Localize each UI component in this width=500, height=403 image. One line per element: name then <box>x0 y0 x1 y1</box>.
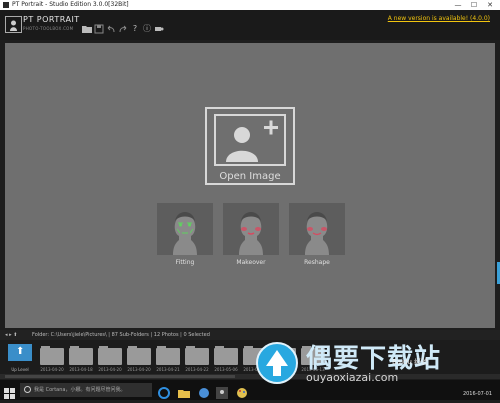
window-titlebar: PT Portrait - Studio Edition 3.0.0[32Bit… <box>0 0 500 10</box>
folder-item[interactable]: 2013-04-21 <box>156 343 180 375</box>
folder-label: 2013-04-18 <box>69 367 93 372</box>
folder-icon <box>40 348 64 365</box>
folder-label: 2013-04-20 <box>127 367 151 372</box>
watermark-en-text: ouyaoxiazai.com <box>306 371 399 384</box>
folder-path-value[interactable]: C:\Users\jiele\Pictures\ <box>51 332 107 338</box>
maximize-button[interactable]: ☐ <box>466 0 482 10</box>
folder-icon <box>69 348 93 365</box>
settings-icon[interactable] <box>154 24 164 34</box>
app-icon <box>3 2 9 8</box>
cortana-search-box[interactable]: 我是 Cortana，小娜。有问题尽管问我。 <box>20 383 152 397</box>
pt-portrait-taskbar-icon[interactable] <box>216 384 228 399</box>
image-canvas[interactable] <box>5 43 495 328</box>
folder-item[interactable]: 2013-04-22 <box>185 343 209 375</box>
folder-icon <box>214 348 238 365</box>
logo-subtitle: PHOTO-TOOLBOX.COM <box>23 26 74 31</box>
windows-start-icon[interactable] <box>4 384 15 399</box>
save-icon[interactable] <box>94 24 104 34</box>
folder-icon <box>98 348 122 365</box>
folder-label: 2013-04-20 <box>40 367 64 372</box>
open-image-button[interactable]: Open Image <box>205 107 295 185</box>
mode-fitting-label: Fitting <box>175 259 195 266</box>
site-watermark: 偶要下载站 ouyaoxiazai.com <box>256 340 496 390</box>
minimize-button[interactable]: — <box>450 0 466 10</box>
cortana-icon <box>24 386 31 393</box>
folder-path: Folder: C:\Users\jiele\Pictures\ | 87 Su… <box>32 330 210 340</box>
up-level-button[interactable]: ⬆ Up Level <box>4 340 36 374</box>
folder-item[interactable]: 2013-04-20 <box>127 343 151 375</box>
window-title: PT Portrait - Studio Edition 3.0.0[32Bit… <box>12 1 129 8</box>
up-level-icon: ⬆ <box>8 344 32 361</box>
info-icon[interactable]: ⓘ <box>142 24 152 34</box>
folder-item[interactable]: 2013-05-06 <box>214 343 238 375</box>
update-available-link[interactable]: A new version is available! (4.0.0) <box>388 15 490 22</box>
mode-makeover-label: Makeover <box>236 259 266 266</box>
mode-makeover-button[interactable] <box>223 203 279 255</box>
paint-icon[interactable] <box>236 384 248 398</box>
logo-title: PT PORTRAIT <box>23 15 80 24</box>
folder-open-icon[interactable] <box>82 24 92 34</box>
add-photo-icon <box>214 114 286 166</box>
folder-icon <box>156 348 180 365</box>
folder-label: 2013-04-20 <box>98 367 122 372</box>
baidu-jingyan-text: Baidu 经验 <box>392 357 428 367</box>
undo-icon[interactable] <box>106 24 116 34</box>
folder-icon <box>127 348 151 365</box>
file-explorer-icon[interactable] <box>178 384 190 398</box>
folder-label: 2013-04-21 <box>156 367 180 372</box>
open-image-label: Open Image <box>219 171 281 182</box>
browser-icon[interactable] <box>198 384 210 398</box>
up-level-label: Up Level <box>11 367 29 372</box>
mode-reshape-button[interactable] <box>289 203 345 255</box>
folder-label: Folder: <box>32 332 50 338</box>
edge-browser-icon[interactable] <box>158 384 170 399</box>
folder-label: 2013-05-06 <box>214 367 238 372</box>
taskbar-date: 2016-07-01 <box>462 391 492 397</box>
cortana-placeholder: 我是 Cortana，小娜。有问题尽管问我。 <box>34 387 126 393</box>
baidu-jingyan-label: Baidu 经验 <box>392 358 429 366</box>
portrait-logo-icon <box>5 16 22 33</box>
folder-label: 2013-04-22 <box>185 367 209 372</box>
folder-item[interactable]: 2013-04-18 <box>69 343 93 375</box>
scrollbar-thumb[interactable] <box>5 375 235 378</box>
nav-arrows-icon[interactable]: ◂ ▸ ⬆ <box>5 330 17 340</box>
folder-icon <box>185 348 209 365</box>
folder-item[interactable]: 2013-04-20 <box>40 343 64 375</box>
redo-icon[interactable] <box>118 24 128 34</box>
close-button[interactable]: ✕ <box>482 0 498 10</box>
folder-stats: | 87 Sub-Folders | 12 Photos | 0 Selecte… <box>108 332 210 338</box>
mode-reshape-label: Reshape <box>304 259 330 266</box>
folder-item[interactable]: 2013-04-20 <box>98 343 122 375</box>
help-icon[interactable]: ? <box>130 24 140 34</box>
watermark-logo-icon <box>256 342 298 384</box>
mode-fitting-button[interactable] <box>157 203 213 255</box>
